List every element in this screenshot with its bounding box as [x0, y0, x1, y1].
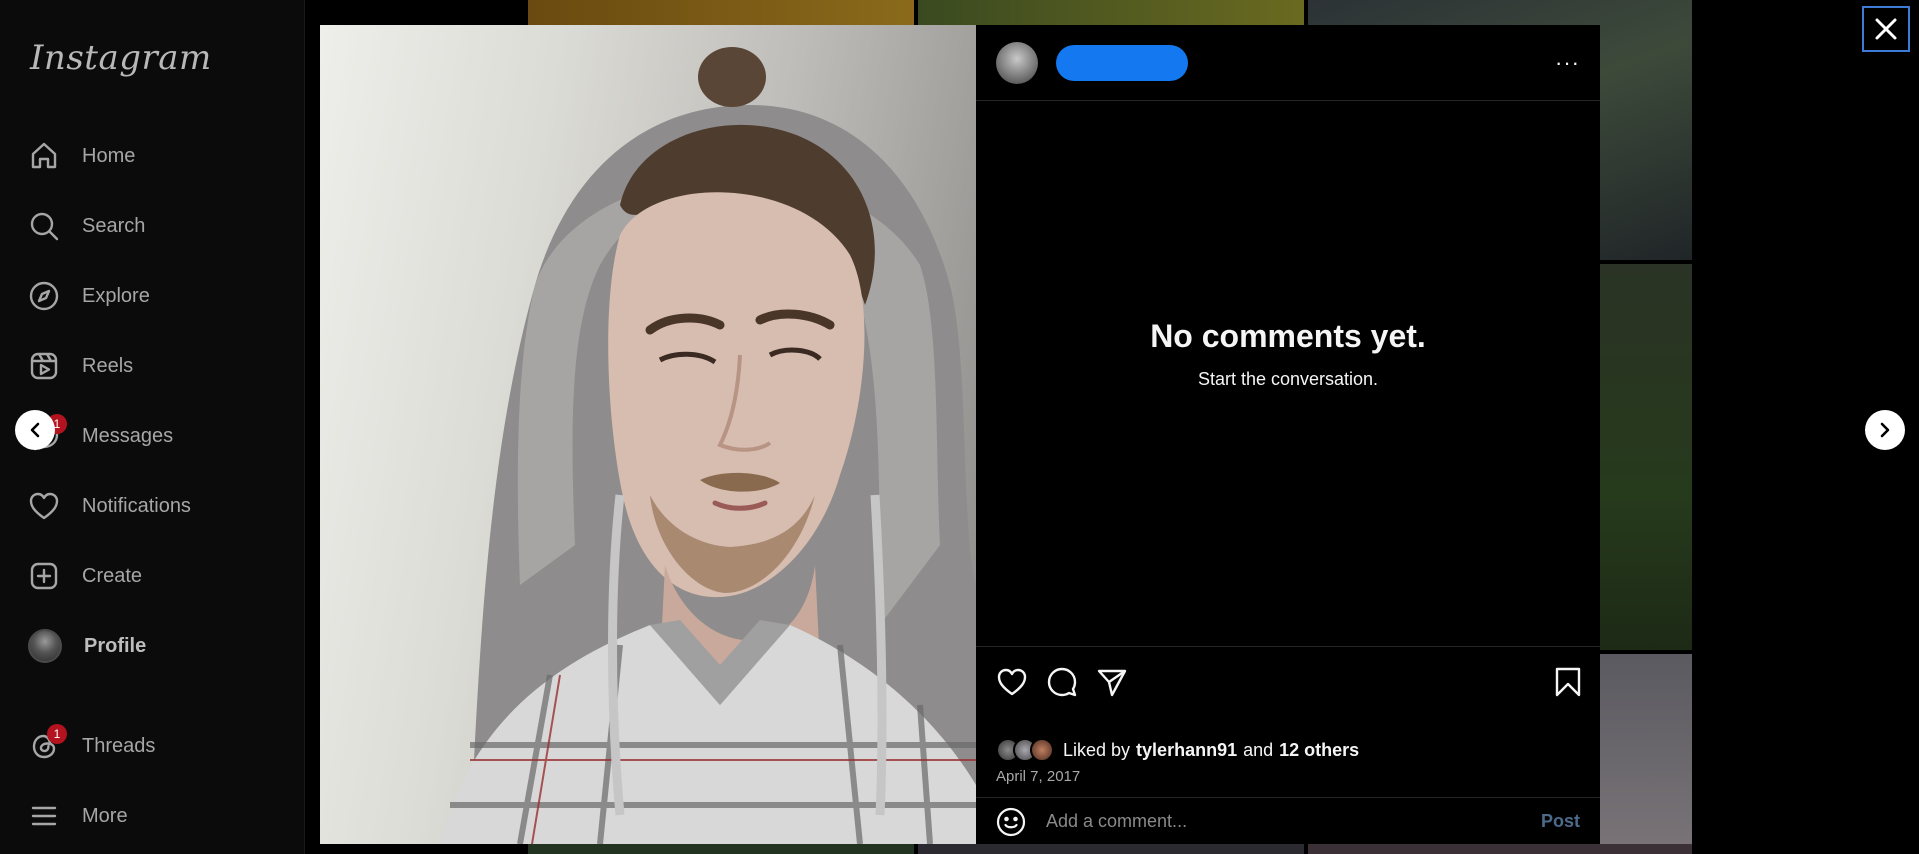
avatar — [28, 629, 62, 663]
comments-area: No comments yet. Start the conversation. — [976, 102, 1600, 647]
share-send-icon[interactable] — [1096, 666, 1128, 698]
sidebar-item-explore[interactable]: Explore — [28, 272, 288, 320]
post-header: ··· — [976, 25, 1600, 101]
sidebar-item-label: Notifications — [82, 494, 191, 517]
home-icon — [31, 142, 57, 169]
comment-bubble-icon[interactable] — [1046, 666, 1078, 698]
liked-by-username-link[interactable]: tylerhann91 — [1136, 740, 1237, 761]
sidebar-item-label: Reels — [82, 354, 134, 377]
start-conversation-subtitle: Start the conversation. — [1197, 369, 1379, 389]
like-heart-icon[interactable] — [996, 666, 1028, 698]
post-details-panel: ··· No comments yet. Start the conversat… — [976, 25, 1600, 844]
liker-avatars — [996, 738, 1054, 762]
bg-post-tile — [528, 844, 914, 854]
sidebar-item-more[interactable]: More — [28, 792, 288, 840]
comment-input[interactable] — [1046, 811, 1541, 832]
hamburger-icon — [31, 806, 57, 826]
close-button[interactable] — [1862, 6, 1910, 52]
search-icon — [30, 212, 59, 241]
bg-post-tile — [528, 0, 914, 25]
sidebar-item-label: Home — [82, 144, 136, 167]
sidebar-item-profile[interactable]: Profile — [28, 622, 288, 670]
sidebar-item-threads[interactable]: Threads — [28, 722, 288, 770]
sidebar-item-search[interactable]: Search — [28, 202, 288, 250]
liked-by-others-link[interactable]: 12 others — [1279, 740, 1359, 761]
sidebar-item-reels[interactable]: Reels — [28, 342, 288, 390]
sidebar-item-label: Create — [82, 564, 143, 587]
no-comments-title: No comments yet. — [1150, 318, 1426, 354]
chevron-right-icon — [1880, 422, 1890, 438]
sidebar-item-messages[interactable]: Messages — [28, 412, 288, 460]
compass-icon — [29, 281, 59, 311]
liker-avatar — [1030, 738, 1054, 762]
post-photo[interactable] — [320, 25, 976, 844]
selfie-photo-illustration — [440, 47, 976, 844]
liked-by-and: and — [1243, 739, 1274, 760]
close-icon — [1875, 18, 1897, 40]
bg-post-tile — [918, 0, 1304, 25]
more-options-button[interactable]: ··· — [1555, 51, 1580, 74]
author-avatar[interactable] — [996, 41, 1038, 84]
instagram-logo[interactable]: Instagram — [30, 38, 212, 78]
bg-post-tile — [1600, 264, 1692, 650]
sidebar-item-label: Threads — [82, 734, 156, 757]
post-date[interactable]: April 7, 2017 — [996, 768, 1080, 785]
bookmark-save-icon[interactable] — [1554, 666, 1582, 698]
next-post-button[interactable] — [1865, 410, 1905, 450]
bg-post-tile — [1308, 844, 1692, 854]
redacted-username — [1056, 44, 1188, 81]
chevron-left-icon — [30, 422, 40, 438]
plus-square-icon — [30, 562, 58, 590]
previous-post-button[interactable] — [15, 410, 55, 450]
emoji-icon[interactable] — [996, 807, 1026, 837]
post-actions: Liked by tylerhann91 and 12 others April… — [976, 648, 1600, 798]
sidebar-item-label: Messages — [82, 424, 174, 447]
add-comment-bar: Post — [976, 799, 1600, 844]
threads-notification-badge: 1 — [47, 724, 67, 744]
sidebar-item-label: Profile — [84, 634, 147, 657]
likes-summary: Liked by tylerhann91 and 12 others — [996, 738, 1359, 762]
sidebar-item-label: More — [82, 804, 128, 827]
reels-icon — [30, 352, 58, 380]
heart-icon — [29, 492, 59, 520]
sidebar-item-label: Search — [82, 214, 146, 237]
sidebar-item-create[interactable]: Create — [28, 552, 288, 600]
bg-post-tile — [918, 844, 1304, 854]
sidebar-item-notifications[interactable]: Notifications — [28, 482, 288, 530]
sidebar-item-label: Explore — [82, 284, 150, 307]
bg-post-tile — [1600, 654, 1692, 854]
sidebar-item-home[interactable]: Home — [28, 132, 288, 180]
liked-by-prefix: Liked by — [1063, 739, 1131, 760]
post-comment-button[interactable]: Post — [1541, 811, 1580, 832]
